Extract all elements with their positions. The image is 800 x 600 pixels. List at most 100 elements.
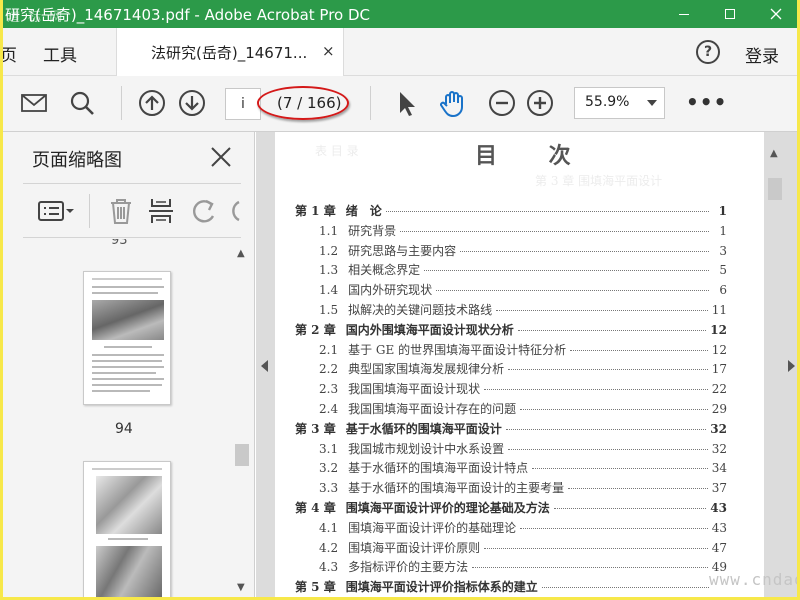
login-button[interactable]: 登录 bbox=[745, 42, 779, 67]
toc-section-row[interactable]: 4.1 围填海平面设计评价的基础理论 43 bbox=[295, 519, 727, 539]
zoom-select[interactable]: 55.9% bbox=[574, 87, 665, 119]
scroll-up-icon[interactable]: ▲ bbox=[770, 148, 778, 159]
toc-section-row[interactable]: 4.2 围填海平面设计评价原则 47 bbox=[295, 539, 727, 559]
tab-document[interactable]: 法研究(岳奇)_14671... × bbox=[116, 28, 344, 76]
toc-section-row[interactable]: 1.2 研究思路与主要内容 3 bbox=[295, 242, 727, 262]
toc-heading: 目 次 bbox=[475, 143, 593, 169]
toolbar-separator bbox=[121, 86, 122, 120]
thumb-image bbox=[96, 476, 162, 534]
close-icon[interactable] bbox=[210, 146, 232, 168]
tab-close-button[interactable]: × bbox=[322, 42, 335, 60]
toc-number: 4.2 bbox=[319, 540, 339, 555]
toc-section-row[interactable]: 2.4 我国围填海平面设计存在的问题 29 bbox=[295, 400, 727, 420]
help-icon[interactable]: ? bbox=[696, 40, 720, 64]
toc-chapter-row[interactable]: 第 3 章基于水循环的围填海平面设计 32 bbox=[295, 420, 727, 440]
toc-leader bbox=[570, 349, 708, 351]
toc-page: 34 bbox=[711, 461, 727, 476]
document-scrollbar[interactable]: ▲ bbox=[766, 146, 784, 597]
chevron-down-icon bbox=[647, 100, 657, 106]
minimize-button[interactable] bbox=[661, 0, 707, 28]
toc-section-row[interactable]: 3.2 基于水循环的围填海平面设计特点 34 bbox=[295, 459, 727, 479]
toc-number: 1.2 bbox=[319, 243, 339, 258]
window-close-button[interactable] bbox=[753, 0, 797, 28]
scrollbar-thumb[interactable] bbox=[235, 444, 249, 466]
rotate-clockwise-icon[interactable] bbox=[227, 196, 241, 226]
thumb-line bbox=[92, 278, 162, 280]
options-icon[interactable] bbox=[37, 196, 75, 226]
panel-separator bbox=[89, 194, 90, 228]
thumbnail-toolbar bbox=[23, 183, 241, 238]
thumbnail-list: 93 94 bbox=[23, 239, 233, 597]
toc-chapter-row[interactable]: 第 4 章围填海平面设计评价的理论基础及方法 43 bbox=[295, 499, 727, 519]
extract-icon[interactable] bbox=[147, 196, 175, 226]
toc-number: 第 3 章 bbox=[295, 421, 336, 436]
toc-section-row[interactable]: 1.1 研究背景 1 bbox=[295, 222, 727, 242]
collapse-right-icon[interactable] bbox=[788, 360, 795, 372]
thumbnail-page[interactable] bbox=[83, 461, 171, 597]
toc-title: 我国城市规划设计中水系设置 bbox=[348, 441, 505, 456]
toc-leader bbox=[517, 329, 707, 331]
rotate-icon[interactable] bbox=[189, 196, 219, 226]
scrollbar-thumb[interactable] bbox=[768, 178, 782, 200]
toc-title: 我国围填海平面设计存在的问题 bbox=[348, 402, 517, 416]
toc-leader bbox=[484, 547, 708, 549]
collapse-left-icon[interactable] bbox=[261, 360, 268, 372]
scroll-down-icon[interactable]: ▼ bbox=[237, 582, 245, 593]
toc-number: 1.3 bbox=[319, 263, 339, 278]
title-bar: 研究(岳奇)_14671403.pdf - Adobe Acrobat Pro … bbox=[3, 0, 797, 28]
toc-chapter-row[interactable]: 第 2 章国内外围填海平面设计现状分析 12 bbox=[295, 321, 727, 341]
toc-section-row[interactable]: 2.1 基于 GE 的世界围填海平面设计特征分析 12 bbox=[295, 341, 727, 361]
toc-section-row[interactable]: 3.3 基于水循环的围填海平面设计的主要考量 37 bbox=[295, 479, 727, 499]
thumbnail-scrollbar[interactable]: ▲ ▼ bbox=[233, 244, 251, 597]
toc-number: 第 4 章 bbox=[295, 501, 336, 515]
arrow-down-icon[interactable] bbox=[177, 88, 207, 118]
toc-section-row[interactable]: 4.3 多指标评价的主要方法 49 bbox=[295, 558, 727, 578]
arrow-up-icon[interactable] bbox=[137, 88, 167, 118]
toc-leader bbox=[568, 488, 708, 490]
zoom-in-icon[interactable] bbox=[525, 88, 555, 118]
toc-page: 22 bbox=[711, 382, 727, 397]
mail-icon[interactable] bbox=[19, 88, 49, 118]
toc-number: 2.3 bbox=[319, 382, 339, 397]
toc-section-row[interactable]: 1.5 拟解决的关键问题技术路线 11 bbox=[295, 301, 727, 321]
toc-section-row[interactable]: 2.2 典型国家围填海发展规律分析 17 bbox=[295, 360, 727, 380]
tab-document-label: 法研究(岳奇)_14671... bbox=[151, 44, 308, 62]
toc-chapter-row[interactable]: 第 5 章围填海平面设计评价指标体系的建立 bbox=[295, 578, 727, 597]
toc-title: 基于水循环的围填海平面设计 bbox=[345, 421, 502, 436]
toc-section-row[interactable]: 1.3 相关概念界定 5 bbox=[295, 261, 727, 281]
thumbnail-page[interactable] bbox=[83, 271, 171, 405]
toc-section-row[interactable]: 1.4 国内外研究现状 6 bbox=[295, 281, 727, 301]
toc-page: 43 bbox=[711, 520, 727, 535]
toc-page: 17 bbox=[711, 362, 727, 377]
toc-title: 典型国家围填海发展规律分析 bbox=[348, 362, 505, 377]
toc-chapter-row[interactable]: 第 1 章绪 论 1 bbox=[295, 202, 727, 222]
scroll-up-icon[interactable]: ▲ bbox=[237, 248, 245, 259]
toc-leader bbox=[400, 230, 709, 232]
bleed-through-text: 表 目 录 bbox=[315, 144, 359, 158]
toc-section-row[interactable]: 2.3 我国围填海平面设计现状 22 bbox=[295, 380, 727, 400]
toc-page: 1 bbox=[718, 204, 727, 218]
page-number-input[interactable]: i bbox=[225, 88, 261, 120]
tab-home[interactable]: 页 bbox=[3, 41, 17, 66]
toc-leader bbox=[508, 448, 708, 450]
maximize-button[interactable] bbox=[707, 0, 753, 28]
search-icon[interactable] bbox=[67, 88, 97, 118]
toc-number: 4.3 bbox=[319, 560, 339, 575]
toc-page: 11 bbox=[711, 303, 727, 317]
toc-title: 拟解决的关键问题技术路线 bbox=[348, 303, 493, 317]
toc-title: 相关概念界定 bbox=[348, 263, 421, 278]
toc-title: 基于 GE 的世界围填海平面设计特征分析 bbox=[348, 342, 567, 357]
tab-tools[interactable]: 工具 bbox=[43, 41, 77, 66]
document-viewport: 表 目 录 第 3 章 围填海平面设计 目 次 第 1 章绪 论 1 1.1 研究背景… bbox=[256, 132, 797, 597]
toc-section-row[interactable]: 3.1 我国城市规划设计中水系设置 32 bbox=[295, 440, 727, 460]
pointer-icon[interactable] bbox=[391, 88, 421, 118]
toc-number: 第 5 章 bbox=[295, 580, 336, 595]
trash-icon[interactable] bbox=[107, 196, 135, 226]
hand-icon[interactable] bbox=[438, 88, 468, 118]
toc-page: 12 bbox=[711, 342, 727, 357]
bleed-through-text: 第 3 章 围填海平面设计 bbox=[535, 174, 663, 188]
more-tools-button[interactable]: ••• bbox=[686, 90, 727, 114]
zoom-out-icon[interactable] bbox=[487, 88, 517, 118]
toc-page: 3 bbox=[719, 243, 727, 258]
thumb-line bbox=[92, 354, 164, 356]
